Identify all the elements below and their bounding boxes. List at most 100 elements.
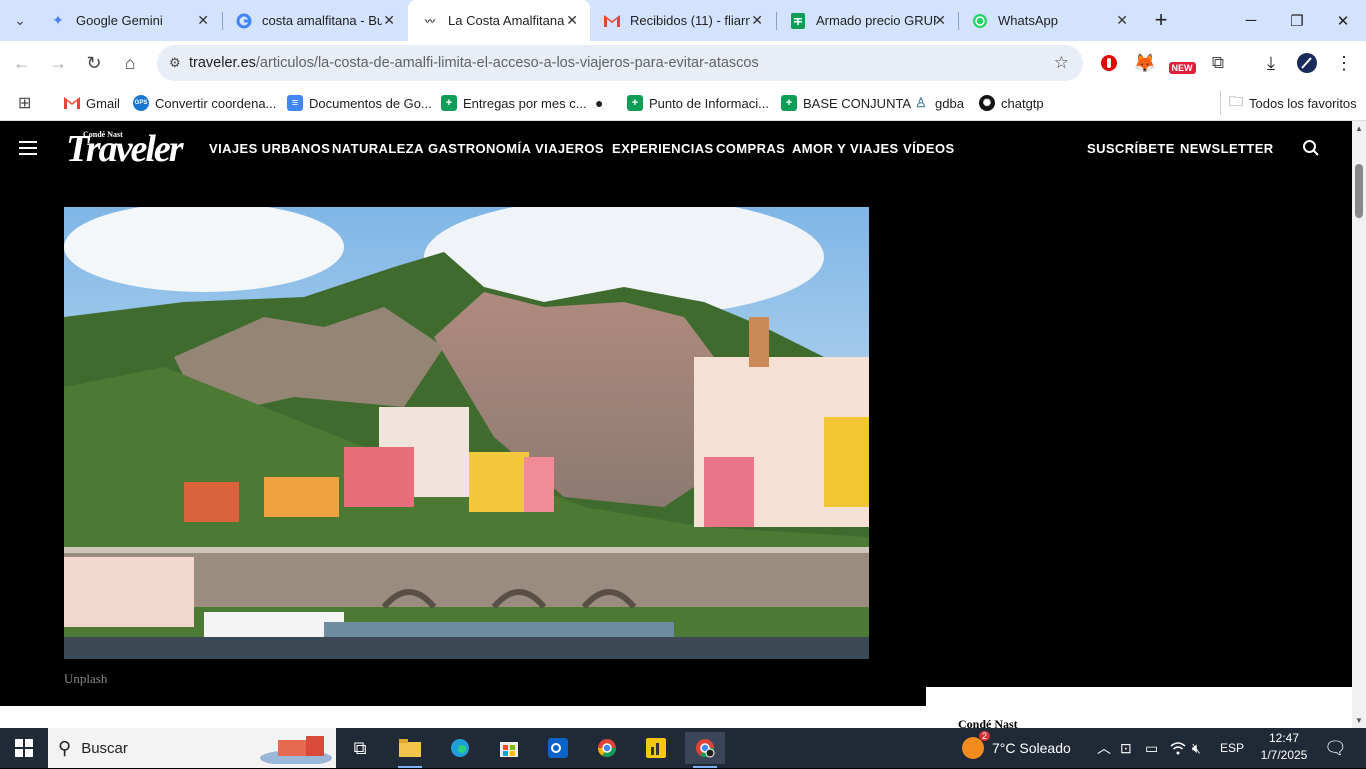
tab-gmail-inbox[interactable]: Recibidos (11) - fliarn ✕ xyxy=(590,0,775,41)
remote-desktop-icon[interactable]: ⊡ xyxy=(1120,728,1132,768)
nav-viajeros[interactable]: VIAJEROS xyxy=(535,141,604,156)
windows-start-button[interactable] xyxy=(0,728,48,768)
language-indicator[interactable]: ESP xyxy=(1220,728,1244,768)
site-header: Condé Nast Traveler VIAJES URBANOS NATUR… xyxy=(0,121,1352,179)
nav-naturaleza[interactable]: NATURALEZA xyxy=(332,141,424,156)
window-close-icon[interactable]: ✕ xyxy=(1320,0,1366,41)
profile-avatar[interactable] xyxy=(1295,51,1319,75)
traveler-favicon-icon: 〰 xyxy=(425,17,435,28)
close-icon[interactable]: ✕ xyxy=(751,12,763,29)
power-bi-icon[interactable] xyxy=(636,732,676,764)
download-icon[interactable]: ⤓ xyxy=(1259,51,1283,75)
tab-search-chevron-icon[interactable]: ⌄ xyxy=(6,6,34,34)
close-icon[interactable]: ✕ xyxy=(197,12,209,29)
outlook-icon[interactable] xyxy=(538,732,578,764)
tab-whatsapp[interactable]: WhatsApp ✕ xyxy=(958,0,1140,41)
site-info-icon[interactable]: ⚙ xyxy=(157,55,189,71)
more-menu-icon[interactable]: ⋮ xyxy=(1332,51,1356,75)
newsletter-link[interactable]: NEWSLETTER xyxy=(1180,141,1274,156)
scroll-down-arrow-icon[interactable]: ▼ xyxy=(1355,716,1363,725)
bookmark-label: Gmail xyxy=(86,95,120,111)
show-hidden-icons-chevron-icon[interactable]: ︿ xyxy=(1097,728,1111,768)
weather-badge: 2 xyxy=(978,731,990,741)
sheets-icon: + xyxy=(781,95,797,111)
weather-widget[interactable]: 2 7°C Soleado xyxy=(962,728,1071,768)
bookmark-base-conjunta[interactable]: + BASE CONJUNTA xyxy=(781,91,911,115)
scrollbar-thumb[interactable] xyxy=(1355,164,1363,218)
chrome-icon[interactable] xyxy=(587,732,627,764)
microsoft-store-icon[interactable] xyxy=(489,732,529,764)
forward-arrow-icon[interactable]: → xyxy=(44,49,72,77)
file-explorer-icon[interactable] xyxy=(390,732,430,768)
bookmark-entregas[interactable]: + Entregas por mes c... xyxy=(441,91,587,115)
new-tab-plus-icon[interactable]: + xyxy=(1147,6,1175,34)
all-bookmarks-folder[interactable]: 🗀 Todos los favoritos xyxy=(1220,91,1357,115)
nav-compras[interactable]: COMPRAS xyxy=(716,141,785,156)
tab-label: WhatsApp xyxy=(998,13,1058,28)
taskbar-search-box[interactable]: ⚲ Buscar xyxy=(48,728,336,768)
traveler-logo[interactable]: Condé Nast Traveler xyxy=(66,128,184,170)
apps-grid-icon[interactable]: ⊞ xyxy=(18,91,31,115)
bookmark-gdba[interactable]: ♙ gdba xyxy=(913,91,964,115)
gps-icon: GPS xyxy=(133,95,149,111)
all-bookmarks-label: Todos los favoritos xyxy=(1249,95,1357,111)
task-view-icon[interactable]: ⧉ xyxy=(340,732,380,764)
address-bar[interactable]: ⚙ traveler.es/articulos/la-costa-de-amal… xyxy=(157,45,1083,81)
metamask-extension-icon[interactable]: 🦊 xyxy=(1133,51,1157,75)
bookmark-documentos[interactable]: ≡ Documentos de Go... xyxy=(287,91,432,115)
bookmark-gmail[interactable]: Gmail xyxy=(64,91,120,115)
notifications-icon[interactable]: 🗨︎ xyxy=(1324,728,1347,768)
new-extension-icon[interactable]: NEW xyxy=(1167,51,1197,75)
nav-amor-y-viajes[interactable]: AMOR Y VIAJES xyxy=(792,141,899,156)
tab-armado-precio[interactable]: Armado precio GRUF ✕ xyxy=(776,0,958,41)
reload-icon[interactable]: ↻ xyxy=(80,49,108,77)
bookmark-star-icon[interactable]: ☆ xyxy=(1054,53,1069,73)
ad-banner[interactable]: Condé Nast xyxy=(926,687,1352,728)
wifi-icon[interactable] xyxy=(1170,728,1186,768)
battery-icon[interactable]: ▭ xyxy=(1145,728,1158,768)
bookmark-globe[interactable]: ● xyxy=(595,91,603,115)
tab-costa-amalfitana-search[interactable]: costa amalfitana - Bu ✕ xyxy=(222,0,407,41)
back-arrow-icon[interactable]: ← xyxy=(8,49,36,77)
sheets-icon: + xyxy=(441,95,457,111)
chrome-profile-icon[interactable] xyxy=(685,732,725,768)
tab-gemini[interactable]: ✦ Google Gemini ✕ xyxy=(36,0,221,41)
taskbar-search-placeholder: Buscar xyxy=(81,739,128,757)
edge-icon[interactable] xyxy=(440,732,480,764)
nav-videos[interactable]: VÍDEOS xyxy=(903,141,955,156)
nav-viajes-urbanos[interactable]: VIAJES URBANOS xyxy=(209,141,330,156)
system-clock[interactable]: 12:47 1/7/2025 xyxy=(1254,730,1314,764)
bookmark-label: chatgtp xyxy=(1001,95,1044,111)
bookmark-punto-informacion[interactable]: + Punto de Informaci... xyxy=(627,91,769,115)
weather-text: 7°C Soleado xyxy=(992,740,1071,756)
nav-experiencias[interactable]: EXPERIENCIAS xyxy=(612,141,714,156)
whatsapp-icon xyxy=(972,13,988,29)
minimize-icon[interactable]: ─ xyxy=(1228,0,1274,41)
close-icon[interactable]: ✕ xyxy=(934,12,946,29)
url-path: /articulos/la-costa-de-amalfi-limita-el-… xyxy=(255,55,759,71)
close-icon[interactable]: ✕ xyxy=(1116,12,1128,29)
webpage-content: Condé Nast Traveler VIAJES URBANOS NATUR… xyxy=(0,121,1352,728)
bookmark-convertir-coordenadas[interactable]: GPS Convertir coordena... xyxy=(133,91,276,115)
page-scrollbar[interactable]: ▲ ▼ xyxy=(1352,121,1366,728)
scroll-up-arrow-icon[interactable]: ▲ xyxy=(1355,124,1363,133)
adblock-extension-icon[interactable] xyxy=(1097,51,1121,75)
nav-gastronomia[interactable]: GASTRONOMÍA xyxy=(428,141,531,156)
windows-taskbar: ⚲ Buscar ⧉ 2 7°C Soleado ︿ ⊡ ▭ 🔇︎ ESP 12… xyxy=(0,728,1366,768)
hamburger-menu-icon[interactable] xyxy=(19,141,37,157)
sheets-icon xyxy=(790,12,806,29)
search-icon[interactable] xyxy=(1302,139,1320,160)
subscribe-link[interactable]: SUSCRÍBETE xyxy=(1087,141,1175,156)
gmail-icon xyxy=(604,13,620,29)
bookmarks-bar: ⊞ Gmail GPS Convertir coordena... ≡ Docu… xyxy=(0,85,1366,121)
logo-conde-nast: Condé Nast xyxy=(83,130,123,139)
bookmark-chatgtp[interactable]: ✺ chatgtp xyxy=(979,91,1044,115)
home-icon[interactable]: ⌂ xyxy=(116,49,144,77)
close-icon[interactable]: ✕ xyxy=(566,12,578,29)
restore-icon[interactable]: ❐ xyxy=(1274,0,1320,41)
gmail-icon xyxy=(64,95,80,111)
volume-muted-icon[interactable]: 🔇︎ xyxy=(1192,728,1201,768)
close-icon[interactable]: ✕ xyxy=(383,12,395,29)
extensions-puzzle-icon[interactable]: ⧉ xyxy=(1206,51,1230,75)
tab-la-costa-amalfitana[interactable]: 〰 La Costa Amalfitana li ✕ xyxy=(408,0,590,41)
